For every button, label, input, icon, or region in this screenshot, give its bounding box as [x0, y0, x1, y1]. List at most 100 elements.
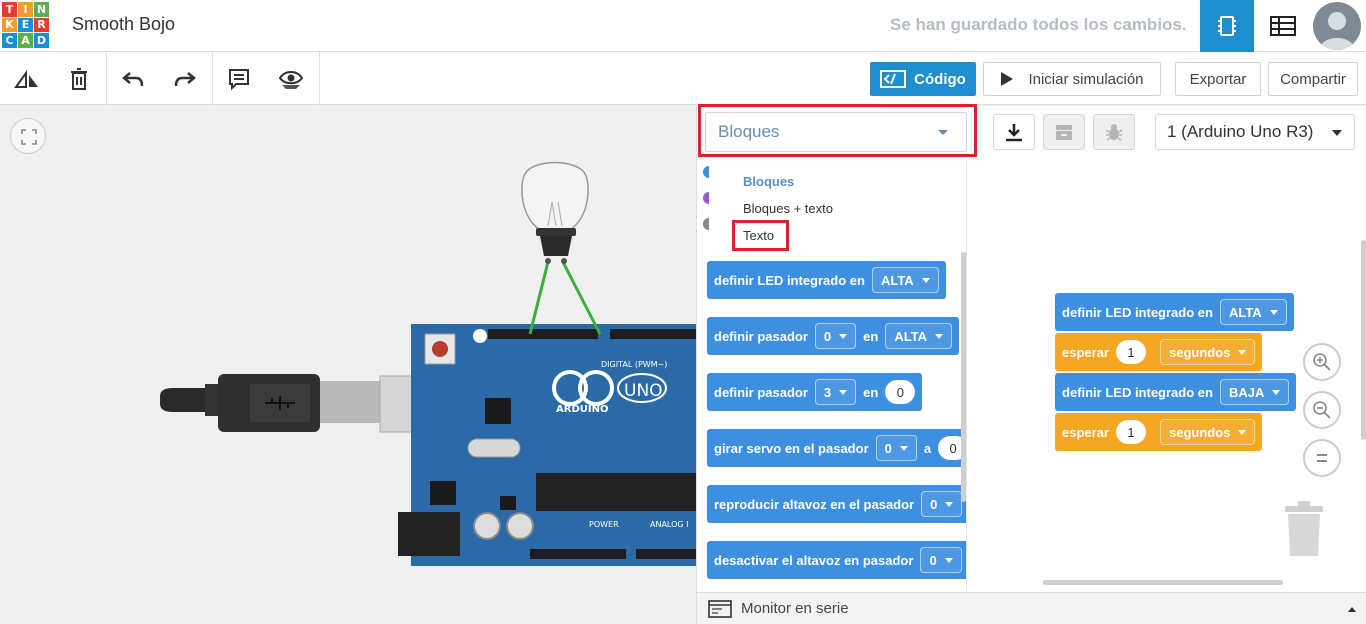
block-dropdown[interactable]: 0	[814, 323, 857, 349]
program-block[interactable]: definir LED integrado en ALTA	[1055, 293, 1294, 331]
palette-block[interactable]: desactivar el altavoz en pasador 0	[707, 541, 966, 579]
rotate-icon	[14, 69, 38, 88]
wire[interactable]	[561, 261, 602, 335]
notes-button[interactable]	[222, 62, 256, 96]
chip-icon	[1218, 16, 1236, 36]
palette-block[interactable]: girar servo en el pasador 0 a 0	[707, 429, 966, 467]
download-code-button[interactable]	[993, 114, 1035, 150]
circuit-view-button[interactable]	[1200, 0, 1254, 52]
block-dropdown[interactable]: 3	[814, 379, 857, 405]
editor-toolbar: Código Iniciar simulación Exportar Compa…	[0, 52, 1366, 105]
board-brand-label: ARDUINO	[556, 404, 608, 415]
block-dropdown[interactable]: segundos	[1159, 419, 1256, 445]
chevron-down-icon	[944, 557, 953, 563]
component-list-button[interactable]	[1256, 0, 1310, 52]
start-simulation-button[interactable]: Iniciar simulación	[983, 62, 1161, 96]
chevron-down-icon	[839, 389, 848, 395]
block-text: definir pasador	[714, 384, 808, 400]
rotate-button[interactable]	[10, 62, 44, 96]
palette-block[interactable]: definir LED integrado en ALTA	[707, 261, 946, 299]
block-dropdown[interactable]: ALTA	[885, 323, 953, 349]
program-block[interactable]: esperar 1 segundos	[1055, 333, 1263, 371]
code-button[interactable]: Código	[870, 62, 976, 96]
logo-tile: A	[18, 33, 33, 48]
block-dropdown[interactable]: ALTA	[871, 267, 939, 293]
board-analog-label: ANALOG I	[650, 520, 689, 529]
block-number-input[interactable]: 0	[885, 380, 916, 404]
chevron-down-icon	[945, 501, 954, 507]
block-text: definir LED integrado en	[714, 272, 865, 288]
code-workspace[interactable]: definir LED integrado en ALTA esperar 1 …	[975, 162, 1366, 592]
redo-button[interactable]	[168, 62, 202, 96]
chevron-up-icon	[1348, 607, 1356, 612]
block-text: esperar	[1062, 424, 1109, 440]
chevron-down-icon	[839, 333, 848, 339]
dropdown-value: segundos	[1168, 424, 1231, 440]
toolbar-divider	[319, 52, 320, 105]
monitor-icon	[708, 600, 732, 618]
zoom-in-button[interactable]	[1303, 343, 1341, 381]
program-block[interactable]: esperar 1 segundos	[1055, 413, 1263, 451]
block-number-input[interactable]: 1	[1115, 340, 1146, 364]
block-dropdown[interactable]: BAJA	[1219, 379, 1290, 405]
user-avatar[interactable]	[1313, 2, 1361, 50]
workspace-horizontal-scrollbar[interactable]	[1043, 580, 1283, 585]
tinkercad-logo[interactable]: TIN KER CAD	[2, 2, 50, 48]
arduino-board[interactable]: ARDUINO UNO DIGITAL (PWM~) POWER ANALOG …	[398, 324, 696, 566]
user-icon	[1319, 12, 1355, 50]
block-dropdown[interactable]: 0	[875, 435, 917, 461]
toolbar-divider	[106, 52, 107, 105]
logo-tile: E	[18, 17, 33, 32]
export-button[interactable]: Exportar	[1175, 62, 1261, 96]
serial-monitor-label: Monitor en serie	[741, 600, 849, 617]
menu-item-bloques[interactable]: Bloques	[743, 174, 794, 189]
logo-tile: I	[18, 2, 33, 17]
trash-drop-zone[interactable]	[1281, 498, 1327, 563]
palette-scrollbar[interactable]	[961, 252, 966, 502]
circuit-canvas[interactable]: ARDUINO UNO DIGITAL (PWM~) POWER ANALOG …	[0, 106, 696, 624]
block-dropdown[interactable]: 0	[921, 491, 963, 517]
visibility-button[interactable]	[274, 62, 308, 96]
board-select[interactable]: 1 (Arduino Uno R3)	[1155, 114, 1355, 150]
dropdown-value: 0	[929, 552, 937, 568]
usb-cable[interactable]	[160, 374, 427, 433]
highlight-box	[732, 220, 789, 251]
palette-block[interactable]: definir pasador 3 en 0	[707, 373, 923, 411]
undo-button[interactable]	[116, 62, 150, 96]
zoom-reset-button[interactable]	[1303, 439, 1341, 477]
block-number-input[interactable]: 1	[1115, 420, 1146, 444]
logo-tile: N	[34, 2, 49, 17]
board-digital-label: DIGITAL (PWM~)	[601, 360, 667, 369]
top-bar: TIN KER CAD Smooth Bojo Se han guardado to…	[0, 0, 1366, 52]
palette-block[interactable]: reproducir altavoz en el pasador 0 co	[707, 485, 966, 523]
wire[interactable]	[528, 261, 550, 335]
download-icon	[1006, 124, 1022, 142]
workspace-vertical-scrollbar[interactable]	[1361, 240, 1366, 440]
dropdown-value: ALTA	[1228, 304, 1262, 320]
serial-monitor-bar[interactable]: Monitor en serie	[697, 592, 1366, 624]
block-text: a	[923, 440, 932, 456]
block-text: definir pasador	[714, 328, 808, 344]
chevron-down-icon	[1238, 429, 1247, 435]
menu-item-bloques-texto[interactable]: Bloques + texto	[743, 201, 833, 216]
dropdown-value: ALTA	[894, 328, 928, 344]
chevron-down-icon	[935, 333, 944, 339]
logo-tile: K	[2, 17, 17, 32]
dropdown-value: ALTA	[880, 272, 914, 288]
palette-block[interactable]: definir pasador 0 en ALTA	[707, 317, 960, 355]
block-dropdown[interactable]: 0	[920, 547, 962, 573]
block-text: definir LED integrado en	[1062, 384, 1213, 400]
debugger-button[interactable]	[1093, 114, 1135, 150]
project-title[interactable]: Smooth Bojo	[72, 14, 175, 35]
delete-button[interactable]	[62, 62, 96, 96]
logo-tile: D	[34, 33, 49, 48]
block-dropdown[interactable]: segundos	[1159, 339, 1256, 365]
library-button[interactable]	[1043, 114, 1085, 150]
share-button[interactable]: Compartir	[1268, 62, 1358, 96]
zoom-out-button[interactable]	[1303, 391, 1341, 429]
program-block[interactable]: definir LED integrado en BAJA	[1055, 373, 1297, 411]
archive-icon	[1056, 125, 1072, 140]
light-bulb[interactable]	[521, 161, 589, 265]
chevron-down-icon	[921, 277, 930, 283]
block-dropdown[interactable]: ALTA	[1219, 299, 1287, 325]
